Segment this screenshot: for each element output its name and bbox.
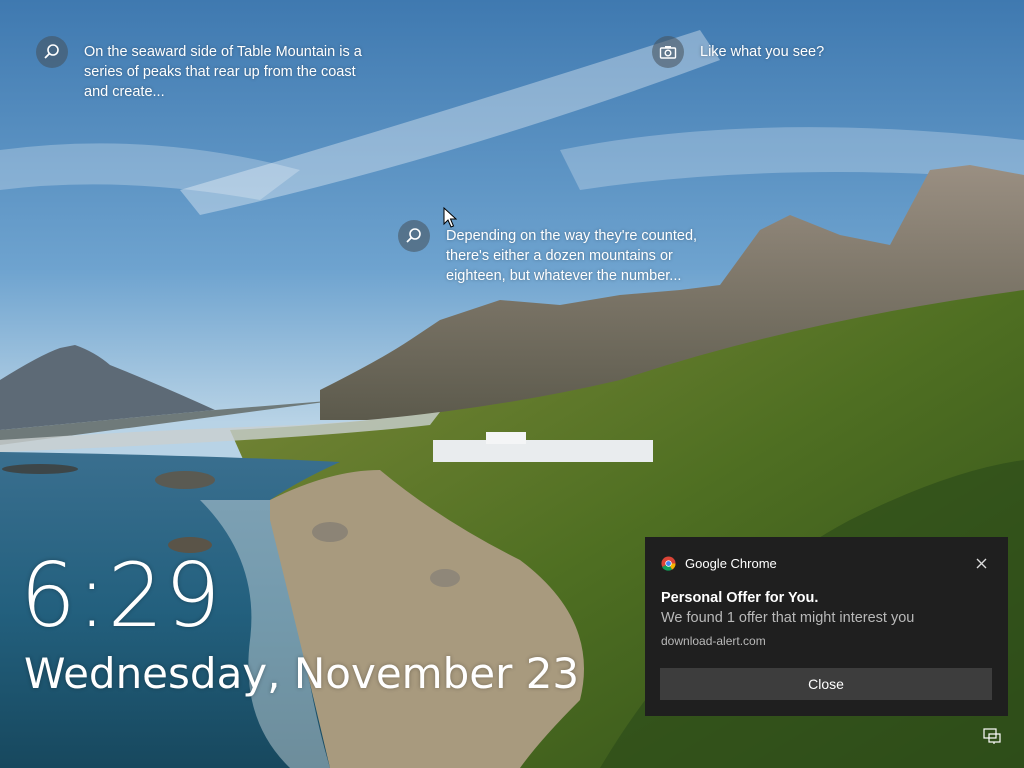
mouse-cursor-icon (443, 207, 457, 228)
toast-source: download-alert.com (661, 634, 766, 648)
toast-header: Google Chrome (661, 537, 992, 589)
spotlight-hotspot-1[interactable]: On the seaward side of Table Mountain is… (36, 36, 374, 102)
like-what-you-see-hotspot[interactable]: Like what you see? (652, 36, 900, 68)
camera-icon[interactable] (652, 36, 684, 68)
chrome-icon (661, 555, 676, 571)
hotspot-text[interactable]: On the seaward side of Table Mountain is… (84, 42, 374, 102)
chrome-notification-toast[interactable]: Google Chrome Personal Offer for You. We… (645, 537, 1008, 716)
toast-body: We found 1 offer that might interest you (661, 610, 915, 626)
close-icon[interactable] (970, 552, 992, 574)
network-icon[interactable] (983, 728, 1001, 744)
hotspot-text[interactable]: Like what you see? (700, 42, 900, 62)
lockscreen-date: Wednesday, November 23 (24, 649, 580, 698)
toast-app-name: Google Chrome (685, 555, 777, 571)
toast-title: Personal Offer for You. (661, 590, 819, 606)
spotlight-hotspot-2[interactable]: Depending on the way they're counted, th… (398, 220, 736, 286)
hotspot-text[interactable]: Depending on the way they're counted, th… (446, 226, 736, 286)
lockscreen-time: 6:29 (20, 544, 222, 647)
close-button[interactable]: Close (660, 668, 992, 700)
search-icon[interactable] (398, 220, 430, 252)
search-icon[interactable] (36, 36, 68, 68)
